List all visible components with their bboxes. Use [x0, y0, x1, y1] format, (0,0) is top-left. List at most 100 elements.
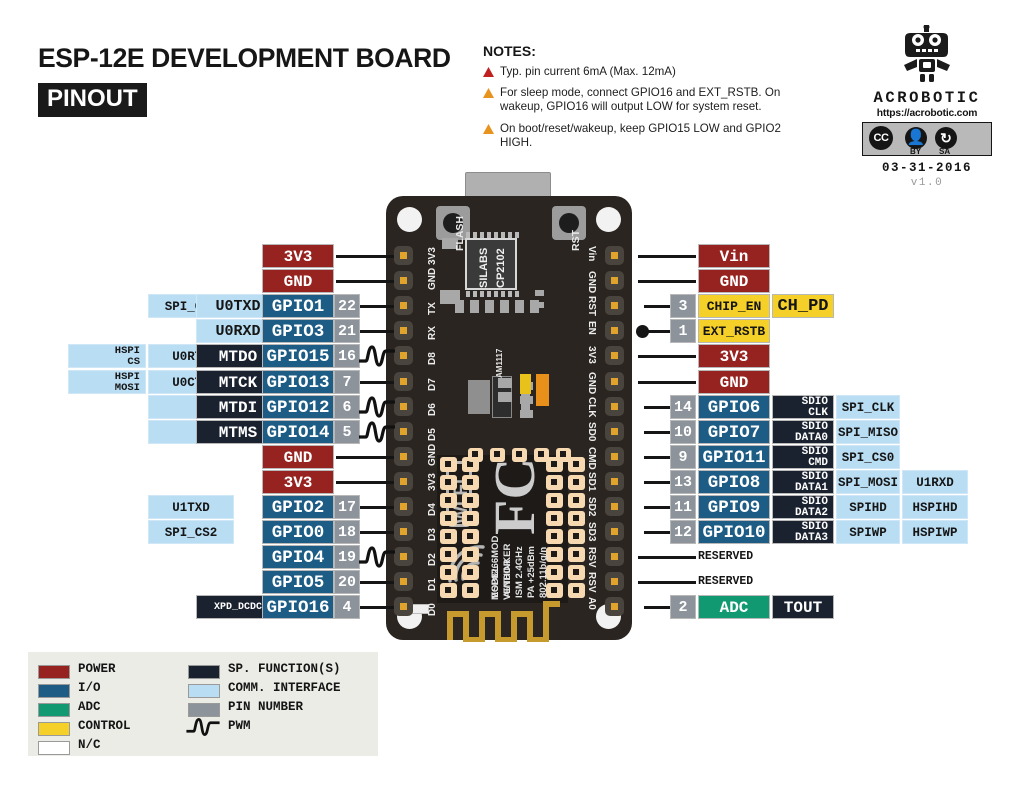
- note-item: On boot/reset/wakeup, keep GPIO15 LOW an…: [483, 122, 783, 150]
- chip-pin: [487, 232, 491, 238]
- mounting-hole: [596, 207, 621, 232]
- header-pad-left[interactable]: [394, 471, 413, 491]
- header-pad-right[interactable]: [605, 421, 624, 441]
- pin-name: GND: [262, 444, 334, 469]
- header-pad-right[interactable]: [605, 371, 624, 391]
- header-pad-left[interactable]: [394, 321, 413, 341]
- module-meta-line: VENDOR: [502, 559, 513, 600]
- smd-component: [500, 300, 509, 313]
- pad-label-right: RSV: [586, 547, 597, 568]
- header-pad-right[interactable]: [605, 547, 624, 567]
- pin-name: GPIO6: [698, 394, 770, 419]
- module-spec-line: PA +25dBm: [526, 545, 537, 598]
- module-solder-pad: [546, 493, 563, 508]
- lead-line: [644, 405, 670, 409]
- module-solder-pad: [546, 475, 563, 490]
- notes-panel: NOTES: Typ. pin current 6mA (Max. 12mA) F…: [483, 43, 783, 157]
- chip-pin: [466, 232, 470, 238]
- smd-component: [515, 300, 524, 313]
- pin-alt-function-1: TOUT: [772, 595, 834, 620]
- header-pad-left[interactable]: [394, 522, 413, 542]
- header-pad-left[interactable]: [394, 396, 413, 416]
- header-pad-right[interactable]: [605, 446, 624, 466]
- pin-number: 5: [334, 419, 360, 444]
- header-pad-right[interactable]: [605, 271, 624, 291]
- module-solder-pad: [568, 511, 585, 526]
- legend-label: PIN NUMBER: [228, 700, 304, 714]
- pin-number: 13: [670, 469, 696, 494]
- pin-alt-function-3: HSPIHD: [902, 495, 968, 519]
- pin-name: GPIO9: [698, 495, 770, 519]
- header-pad-right[interactable]: [605, 346, 624, 366]
- header-pad-left[interactable]: [394, 547, 413, 567]
- chip-pin: [473, 291, 477, 297]
- header-pad-left[interactable]: [394, 446, 413, 466]
- header-pad-right[interactable]: [605, 497, 624, 516]
- module-solder-pad: [568, 583, 585, 598]
- legend-label: COMM. INTERFACE: [228, 681, 341, 695]
- cc-share-alike-icon: ↻: [935, 127, 957, 149]
- chip-pin: [487, 291, 491, 297]
- header-pad-left[interactable]: [394, 497, 413, 516]
- chip-pin: [466, 291, 470, 297]
- lead-line: [638, 255, 696, 258]
- module-solder-pad: [462, 511, 479, 526]
- header-pad-right[interactable]: [605, 296, 624, 316]
- smd-component: [485, 300, 494, 313]
- pin-name: GND: [698, 369, 770, 394]
- header-pad-right[interactable]: [605, 597, 624, 617]
- module-spec-line: ISM 2.4GHz: [514, 546, 525, 598]
- pin-alt-function-1: SDIO DATA3: [772, 520, 834, 545]
- pin-name: GPIO14: [262, 419, 334, 444]
- module-solder-pad: [462, 565, 479, 580]
- warning-triangle-red-icon: [483, 67, 494, 81]
- header-pad-left[interactable]: [394, 572, 413, 592]
- notes-heading: NOTES:: [483, 43, 536, 59]
- pad-label-left: GND: [427, 443, 438, 466]
- header-pad-left[interactable]: [394, 597, 413, 617]
- header-pad-right[interactable]: [605, 522, 624, 542]
- header-pad-right[interactable]: [605, 321, 624, 341]
- chip-pin: [515, 232, 519, 238]
- lead-line: [644, 455, 670, 459]
- pinout-badge: PINOUT: [38, 83, 147, 117]
- header-pad-left[interactable]: [394, 346, 413, 366]
- legend-label: SP. FUNCTION(S): [228, 662, 341, 676]
- pin-name: 3V3: [262, 244, 334, 268]
- junction-dot: [636, 325, 649, 339]
- note-item: For sleep mode, connect GPIO16 and EXT_R…: [483, 86, 783, 114]
- pad-label-left: TX: [427, 302, 438, 316]
- module-solder-pad: [440, 493, 457, 508]
- module-solder-pad: [462, 475, 479, 490]
- header-pad-right[interactable]: [605, 471, 624, 491]
- module-solder-pad: [440, 529, 457, 544]
- revision-date: 03-31-2016: [881, 161, 972, 175]
- pin-alt-function-1: SDIO CMD: [772, 444, 834, 469]
- brand-url[interactable]: https://acrobotic.com: [862, 108, 992, 119]
- header-pad-left[interactable]: [394, 296, 413, 316]
- lead-line: [360, 506, 394, 509]
- chip-pin: [494, 291, 498, 297]
- module-solder-pad: [462, 583, 479, 598]
- pin-name: GPIO8: [698, 469, 770, 494]
- lead-line: [336, 480, 394, 484]
- legend-label: N/C: [78, 738, 101, 752]
- cc-person-icon: 👤: [905, 127, 927, 149]
- module-solder-pad: [546, 511, 563, 526]
- pin-name: GPIO4: [262, 545, 334, 570]
- header-pad-left[interactable]: [394, 246, 413, 265]
- header-pad-right[interactable]: [605, 572, 624, 592]
- header-pad-right[interactable]: [605, 246, 624, 265]
- chip-pin: [473, 232, 477, 238]
- header-pad-left[interactable]: [394, 271, 413, 291]
- cc-icon: CC: [869, 126, 893, 150]
- smd-component: [498, 378, 512, 388]
- header-pad-left[interactable]: [394, 371, 413, 391]
- legend-label: CONTROL: [78, 719, 131, 733]
- pad-label-left: D8: [427, 352, 438, 366]
- header-pad-right[interactable]: [605, 396, 624, 416]
- legend-swatch: [38, 684, 70, 698]
- header-pad-left[interactable]: [394, 421, 413, 441]
- pad-label-right: SD1: [586, 471, 597, 492]
- legend-swatch: [188, 684, 220, 698]
